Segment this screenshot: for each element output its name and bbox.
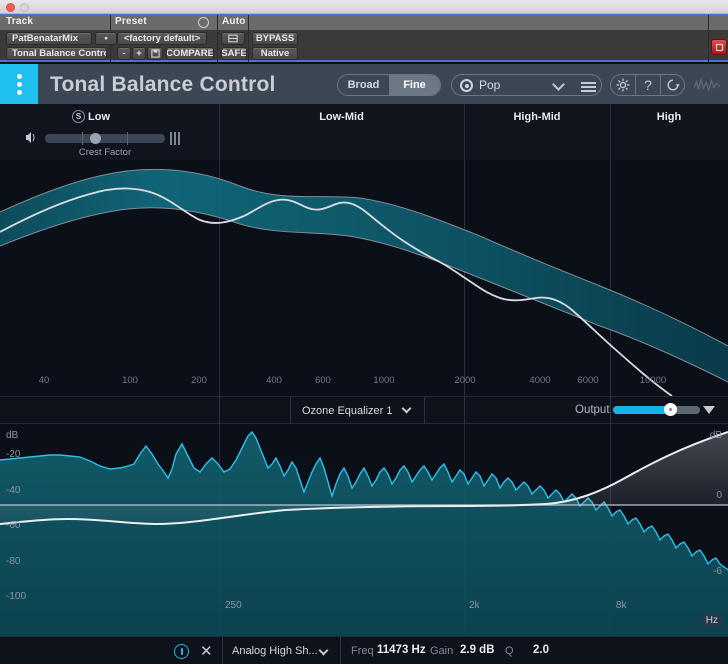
reset-button[interactable] bbox=[660, 74, 685, 96]
band-label-low-mid: Low-Mid bbox=[319, 111, 364, 123]
hamburger-menu-icon bbox=[581, 82, 596, 84]
host-plugin-strip: Track Preset Auto PatBenatarMix • Tonal … bbox=[0, 14, 728, 62]
close-icon[interactable]: ✕ bbox=[200, 642, 213, 660]
tab-broad[interactable]: Broad bbox=[338, 75, 389, 95]
target-curve-label: Pop bbox=[479, 78, 501, 92]
freq-tick: 200 bbox=[191, 375, 207, 386]
target-menu-button[interactable] bbox=[575, 74, 602, 96]
window-close-button[interactable] bbox=[6, 3, 15, 12]
bypass-button[interactable]: BYPASS bbox=[252, 32, 298, 45]
floppy-icon bbox=[150, 49, 160, 58]
host-section-auto-label: Auto bbox=[222, 16, 246, 27]
output-slider[interactable] bbox=[613, 406, 700, 414]
chevron-down-icon bbox=[552, 78, 565, 91]
eq-right-unit: dB bbox=[709, 430, 722, 441]
plugin-enable-button[interactable] bbox=[711, 39, 727, 55]
eq-right-tick: -6 bbox=[713, 566, 722, 577]
freq-tick: 40 bbox=[38, 375, 50, 386]
freq-label: Freq bbox=[351, 645, 374, 657]
target-icon bbox=[460, 79, 473, 92]
band-label-high: High bbox=[656, 111, 682, 123]
freq-value[interactable]: 11473 Hz bbox=[377, 644, 426, 656]
eq-freq-tick: 250 bbox=[225, 600, 242, 611]
eq-left-tick: -60 bbox=[6, 520, 21, 531]
freq-tick: 600 bbox=[315, 375, 331, 386]
q-value[interactable]: 2.0 bbox=[533, 644, 549, 656]
preset-save-icon[interactable] bbox=[147, 47, 163, 60]
crest-factor-meter-icon bbox=[170, 132, 181, 145]
preset-name-selector[interactable]: <factory default> bbox=[117, 32, 207, 45]
eq-left-tick: -20 bbox=[6, 449, 21, 460]
gear-icon bbox=[616, 78, 630, 92]
tonal-balance-curves bbox=[0, 168, 728, 396]
window-titlebar bbox=[0, 0, 728, 14]
eq-left-tick: -80 bbox=[6, 556, 21, 567]
crest-factor-label: Crest Factor bbox=[78, 147, 132, 158]
compare-button[interactable]: COMPARE bbox=[166, 47, 214, 60]
solo-button-low[interactable]: S bbox=[72, 110, 85, 123]
eq-freq-tick: 2k bbox=[469, 600, 480, 611]
freq-tick: 1000 bbox=[373, 375, 395, 386]
band-label-low: Low bbox=[88, 111, 110, 123]
view-mode-toggle[interactable]: Broad Fine bbox=[337, 74, 441, 96]
crest-factor-knob[interactable] bbox=[90, 133, 101, 144]
freq-tick: 6000 bbox=[577, 375, 599, 386]
freq-tick: 4000 bbox=[529, 375, 551, 386]
gain-label: Gain bbox=[430, 645, 454, 657]
eq-hz-unit: Hz bbox=[701, 614, 722, 627]
preset-options-icon[interactable] bbox=[198, 17, 209, 28]
plugin-name-selector[interactable]: Tonal Balance Control 2 bbox=[6, 47, 107, 60]
reset-circular-arrow-icon bbox=[667, 79, 680, 91]
help-button[interactable]: ? bbox=[635, 74, 660, 96]
preset-next-button[interactable]: + bbox=[132, 47, 146, 60]
tonal-frequency-axis: 40 100 200 400 600 1000 2000 4000 6000 1… bbox=[0, 370, 728, 396]
q-label: Q bbox=[505, 645, 514, 657]
power-icon[interactable] bbox=[174, 644, 189, 659]
host-strip-body: PatBenatarMix • Tonal Balance Control 2 … bbox=[0, 30, 728, 62]
output-label: Output bbox=[575, 404, 610, 416]
freq-tick: 400 bbox=[266, 375, 282, 386]
eq-left-tick: -40 bbox=[6, 485, 21, 496]
izotope-logo bbox=[0, 64, 38, 104]
track-dot-button[interactable]: • bbox=[95, 32, 117, 45]
plugin-header: Tonal Balance Control Broad Fine Pop ? bbox=[0, 64, 728, 104]
host-section-track-label: Track bbox=[6, 16, 34, 27]
crest-factor-slider[interactable] bbox=[45, 132, 165, 145]
window-minimize-button[interactable] bbox=[20, 3, 29, 12]
safe-button[interactable]: SAFE bbox=[221, 47, 247, 60]
track-name-selector[interactable]: PatBenatarMix bbox=[6, 32, 92, 45]
engine-selector[interactable]: Native bbox=[252, 47, 298, 60]
tonal-balance-chart[interactable] bbox=[0, 160, 728, 396]
target-curve-selector[interactable]: Pop bbox=[451, 74, 575, 96]
output-menu-caret-icon[interactable] bbox=[703, 406, 715, 414]
eq-freq-tick: 8k bbox=[616, 600, 627, 611]
freq-tick: 10000 bbox=[639, 375, 667, 386]
eq-band-status-bar: ✕ Analog High Sh... Freq 11473 Hz Gain 2… bbox=[0, 636, 728, 664]
output-slider-knob[interactable] bbox=[664, 403, 677, 416]
waveform-icon[interactable] bbox=[693, 77, 721, 98]
auto-enable-button[interactable] bbox=[221, 32, 245, 45]
settings-button[interactable] bbox=[610, 74, 635, 96]
host-section-preset-label: Preset bbox=[115, 16, 147, 27]
freq-tick: 2000 bbox=[454, 375, 476, 386]
eq-right-tick: 0 bbox=[716, 490, 722, 501]
eq-left-tick: -100 bbox=[6, 591, 27, 602]
page-title: Tonal Balance Control bbox=[50, 73, 276, 96]
gain-value[interactable]: 2.9 dB bbox=[460, 644, 495, 656]
eq-left-unit: dB bbox=[6, 430, 19, 441]
tab-fine[interactable]: Fine bbox=[389, 75, 440, 95]
preset-previous-button[interactable]: - bbox=[117, 47, 131, 60]
band-label-high-mid: High-Mid bbox=[513, 111, 561, 123]
automation-icon bbox=[228, 34, 238, 43]
equalizer-chart[interactable]: 1 2 4 3 5 7 dB -20 -40 -60 -80 -100 dB 0… bbox=[0, 424, 728, 636]
freq-tick: 100 bbox=[122, 375, 138, 386]
speaker-icon[interactable] bbox=[24, 131, 36, 145]
tonal-balance-control-window: Track Preset Auto PatBenatarMix • Tonal … bbox=[0, 0, 728, 664]
